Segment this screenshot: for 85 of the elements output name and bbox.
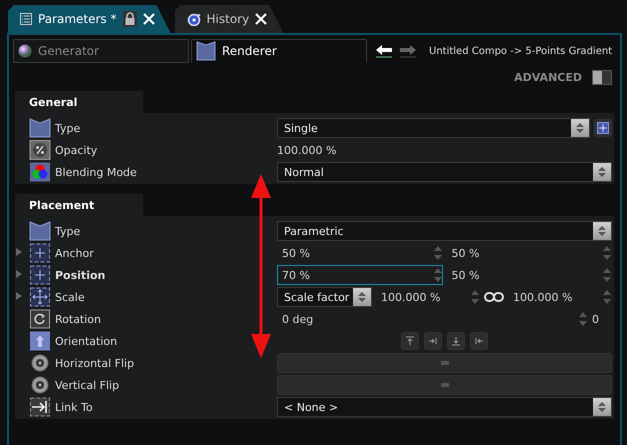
number-field[interactable]: 50 % xyxy=(446,243,612,263)
spinner-arrows-icon[interactable] xyxy=(358,291,366,303)
crosshair-icon xyxy=(29,265,51,285)
section-header: General xyxy=(15,91,143,113)
property-label: Vertical Flip xyxy=(55,378,120,392)
expand-arrow-icon[interactable] xyxy=(15,268,23,278)
spinner-arrows-icon[interactable] xyxy=(434,266,442,284)
forward-arrow-icon[interactable] xyxy=(399,44,417,58)
spinner-arrows-icon[interactable] xyxy=(598,166,606,178)
disc-icon xyxy=(29,375,51,395)
align-button[interactable] xyxy=(447,332,465,350)
spinner-arrows-icon[interactable] xyxy=(598,225,606,237)
close-icon[interactable] xyxy=(142,13,154,25)
plus-icon xyxy=(597,122,609,134)
spinner-arrows-icon[interactable] xyxy=(576,122,584,134)
align-button[interactable] xyxy=(401,332,419,350)
property-label: Position xyxy=(55,268,106,282)
property-label: Opacity xyxy=(55,144,98,156)
lock-icon[interactable] xyxy=(122,11,136,27)
dash-icon xyxy=(440,361,448,365)
disc-icon xyxy=(29,353,51,373)
turns-text: 0 xyxy=(592,312,600,326)
expand-arrow-icon[interactable] xyxy=(15,246,23,256)
align-icon xyxy=(474,336,484,346)
arrow-into-box-icon xyxy=(29,397,51,417)
number-field[interactable]: 50 % xyxy=(446,265,612,285)
dash-icon xyxy=(440,383,448,387)
breadcrumb-text: Untitled Compo -> 5-Points Gradient xyxy=(429,46,612,56)
property-label: Anchor xyxy=(55,246,95,260)
panel-tab[interactable]: Parameters * xyxy=(8,5,170,33)
spinner-arrows-icon[interactable] xyxy=(471,288,479,306)
rotate-icon xyxy=(29,309,51,329)
align-button[interactable] xyxy=(470,332,488,350)
dropdown[interactable]: Scale factor xyxy=(277,287,372,307)
align-icon xyxy=(405,336,415,346)
dropdown[interactable]: Single xyxy=(277,118,590,138)
spinner-arrows-icon[interactable] xyxy=(598,401,606,413)
spinner-arrows-icon[interactable] xyxy=(603,288,611,306)
spinner-arrows-icon[interactable] xyxy=(434,244,442,262)
property-label: Type xyxy=(55,224,82,238)
percent-icon xyxy=(29,140,51,160)
align-icon xyxy=(451,336,461,346)
banner-icon xyxy=(29,221,51,241)
close-icon[interactable] xyxy=(255,13,268,25)
sub-tab[interactable]: Generator xyxy=(13,39,189,63)
color-circles-icon xyxy=(29,162,51,182)
sub-tab[interactable]: Renderer xyxy=(191,39,367,63)
number-field[interactable]: 100.000 % xyxy=(508,287,612,307)
property-label: Link To xyxy=(55,400,94,414)
tab-label: Parameters * xyxy=(38,12,116,26)
number-field[interactable]: 70 % xyxy=(277,265,442,285)
chain-link-icon[interactable] xyxy=(484,292,504,302)
tab-label: History xyxy=(206,12,250,26)
property-label: Orientation xyxy=(55,334,118,348)
number-field[interactable]: 100.000 % xyxy=(376,287,480,307)
banner-icon xyxy=(29,118,51,138)
list-icon xyxy=(20,13,32,25)
property-label: Horizontal Flip xyxy=(55,356,136,370)
expand-arrow-icon[interactable] xyxy=(15,290,23,300)
dropdown[interactable]: < None > xyxy=(277,397,612,417)
number-field[interactable]: 50 % xyxy=(277,243,442,263)
crosshair-icon xyxy=(29,243,51,263)
spinner-arrows-icon[interactable] xyxy=(579,310,587,328)
property-label: Scale xyxy=(55,290,86,304)
number-field[interactable]: 0 deg xyxy=(277,309,588,329)
advanced-toggle[interactable] xyxy=(592,70,612,84)
spinner-arrows-icon[interactable] xyxy=(603,244,611,262)
dropdown[interactable]: Parametric xyxy=(277,221,612,241)
move-arrows-icon xyxy=(29,287,51,307)
align-icon xyxy=(428,336,438,346)
panel-tab[interactable]: History xyxy=(174,5,284,33)
value-text: 100.000 % xyxy=(277,144,338,156)
section-header: Placement xyxy=(15,194,143,216)
sphere-icon xyxy=(18,44,32,58)
banner-icon xyxy=(196,41,216,61)
add-button[interactable] xyxy=(594,119,612,137)
align-button[interactable] xyxy=(424,332,442,350)
back-arrow-icon[interactable] xyxy=(375,44,393,58)
spinner-arrows-icon[interactable] xyxy=(603,266,611,284)
dropdown[interactable]: Normal xyxy=(277,162,612,182)
property-label: Rotation xyxy=(55,312,102,326)
property-label: Type xyxy=(55,122,82,134)
advanced-label: ADVANCED xyxy=(514,70,582,84)
stopwatch-icon xyxy=(186,12,200,26)
property-label: Blending Mode xyxy=(55,166,138,178)
